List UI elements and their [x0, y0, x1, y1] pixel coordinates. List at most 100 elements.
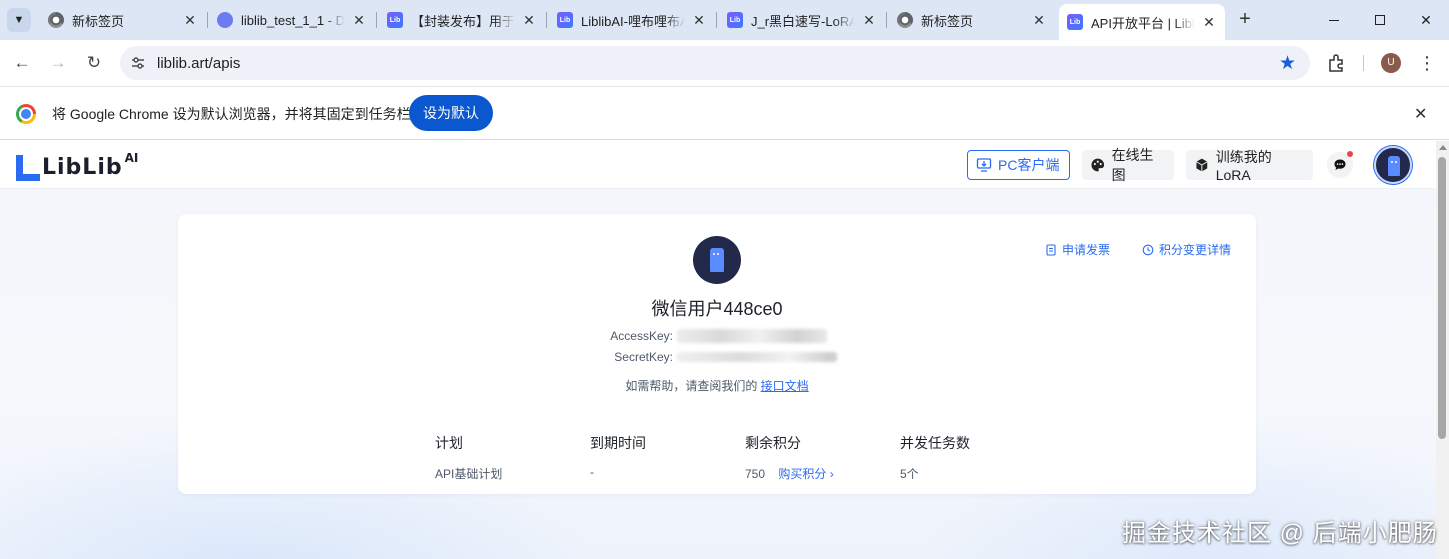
chrome-icon — [897, 12, 913, 28]
default-browser-infobar: 将 Google Chrome 设为默认浏览器，并将其固定到任务栏 设为默认 ✕ — [0, 86, 1449, 140]
chevron-right-icon: › — [829, 467, 834, 481]
infobar-message: 将 Google Chrome 设为默认浏览器，并将其固定到任务栏 — [52, 106, 411, 122]
close-tab-icon[interactable]: ✕ — [182, 12, 198, 28]
close-tab-icon[interactable]: ✕ — [1201, 14, 1217, 30]
reload-icon: ↻ — [86, 53, 102, 72]
clock-icon — [1142, 244, 1154, 255]
browser-tab[interactable]: liblib_test_1_1 - Discord ✕ — [209, 6, 375, 34]
points-stat: 剩余积分 750 购买积分 › — [745, 433, 834, 482]
liblib-icon: Lib — [727, 12, 743, 28]
bookmark-star-icon[interactable]: ★ — [1279, 52, 1296, 75]
plan-label: 计划 — [435, 435, 463, 451]
expiry-stat: 到期时间 - — [590, 433, 646, 479]
expiry-label: 到期时间 — [590, 435, 646, 451]
points-history-link[interactable]: 积分变更详情 — [1142, 241, 1231, 258]
maximize-button[interactable] — [1357, 0, 1403, 40]
liblib-icon: Lib — [557, 12, 573, 28]
new-tab-button[interactable]: + — [1233, 8, 1257, 32]
browser-tab-active[interactable]: Lib API开放平台 | LiblibAI ✕ — [1059, 4, 1225, 40]
concurrency-stat: 并发任务数 5个 — [900, 433, 970, 482]
expiry-value: - — [590, 465, 594, 479]
close-tab-icon[interactable]: ✕ — [521, 12, 537, 28]
watermark: 掘金技术社区 @ 后端小肥肠 — [1122, 520, 1438, 547]
notification-dot — [1347, 151, 1353, 157]
more-menu-icon[interactable]: ⋮ — [1417, 52, 1437, 74]
browser-tab[interactable]: 新标签页 ✕ — [889, 6, 1055, 34]
avatar-figure-icon — [1388, 156, 1400, 176]
tab-divider — [207, 12, 208, 28]
access-key-row: AccessKey: — [598, 329, 827, 343]
avatar-figure-icon — [710, 248, 724, 272]
user-avatar[interactable] — [1374, 146, 1412, 184]
cube-icon — [1196, 158, 1208, 172]
close-tab-icon[interactable]: ✕ — [691, 12, 707, 28]
pc-client-button[interactable]: PC客户端 — [967, 150, 1070, 180]
online-generate-button[interactable]: 在线生图 — [1082, 147, 1174, 183]
site-header: LibLib AI PC客户端 在线生图 训练我的LoRA — [0, 141, 1436, 189]
points-row: 750 购买积分 › — [745, 465, 834, 482]
minimize-icon — [1329, 19, 1339, 21]
username: 微信用户448ce0 — [651, 299, 783, 319]
liblib-icon: Lib — [387, 12, 403, 28]
liblib-icon: Lib — [1067, 14, 1083, 30]
browser-tab[interactable]: Lib 【封装发布】用于LiblibAI ✕ — [379, 6, 545, 34]
plan-value: API基础计划 — [435, 467, 503, 481]
concurrency-value: 5个 — [900, 467, 919, 481]
page-scrollbar[interactable] — [1436, 141, 1449, 559]
close-tab-icon[interactable]: ✕ — [351, 12, 367, 28]
tab-search-button[interactable]: ▼ — [7, 8, 31, 32]
url-text[interactable]: liblib.art/apis — [157, 55, 240, 72]
toolbar-divider — [1363, 55, 1364, 71]
address-bar[interactable]: liblib.art/apis ★ — [120, 46, 1310, 80]
close-window-button[interactable]: ✕ — [1403, 0, 1449, 40]
arrow-right-icon: → — [49, 53, 67, 72]
set-default-button[interactable]: 设为默认 — [409, 95, 493, 131]
account-avatar — [693, 236, 741, 284]
minimize-button[interactable] — [1311, 0, 1357, 40]
scroll-thumb[interactable] — [1438, 157, 1446, 439]
logo-mark-icon — [16, 155, 40, 181]
liblib-logo[interactable]: LibLib AI — [16, 151, 138, 181]
document-icon — [1046, 243, 1056, 256]
concurrency-label: 并发任务数 — [900, 435, 970, 451]
close-icon: ✕ — [1420, 11, 1432, 28]
profile-avatar[interactable]: U — [1381, 53, 1401, 73]
plus-icon: + — [1239, 8, 1251, 30]
chat-bubble-icon — [1334, 159, 1346, 170]
reload-button[interactable]: ↻ — [80, 49, 108, 77]
monitor-download-icon — [976, 158, 992, 172]
browser-tab[interactable]: 新标签页 ✕ — [40, 6, 206, 34]
back-button[interactable]: ← — [8, 49, 36, 77]
scroll-up-arrow-icon[interactable] — [1439, 145, 1447, 150]
buy-points-link[interactable]: 购买积分 › — [778, 467, 833, 481]
chrome-icon — [48, 12, 64, 28]
secret-key-label: SecretKey: — [614, 350, 673, 364]
arrow-left-icon: ← — [13, 53, 31, 72]
access-key-value-redacted[interactable] — [677, 329, 827, 343]
tab-divider — [716, 12, 717, 28]
secret-key-row: SecretKey: — [598, 350, 837, 364]
close-tab-icon[interactable]: ✕ — [861, 12, 877, 28]
points-label: 剩余积分 — [745, 435, 801, 451]
site-info-icon[interactable] — [130, 55, 146, 71]
extensions-icon[interactable] — [1326, 52, 1348, 74]
browser-toolbar: ← → ↻ liblib.art/apis ★ U ⋮ — [0, 40, 1449, 86]
tab-strip: ▼ 新标签页 ✕ liblib_test_1_1 - Discord ✕ Lib… — [0, 0, 1449, 40]
tab-divider — [546, 12, 547, 28]
palette-icon — [1091, 158, 1105, 172]
access-key-label: AccessKey: — [610, 329, 673, 343]
browser-tab[interactable]: Lib J_r黑白速写-LoRA ✕ — [719, 6, 885, 34]
help-line: 如需帮助，请查阅我们的 接口文档 — [625, 379, 809, 393]
train-lora-button[interactable]: 训练我的LoRA — [1186, 149, 1313, 183]
invoice-link[interactable]: 申请发票 — [1045, 241, 1110, 258]
points-value: 750 — [745, 467, 766, 481]
api-docs-link[interactable]: 接口文档 — [761, 379, 809, 393]
close-tab-icon[interactable]: ✕ — [1031, 12, 1047, 28]
plan-stat: 计划 API基础计划 — [435, 433, 502, 482]
close-icon[interactable]: ✕ — [1414, 104, 1427, 124]
account-card: 申请发票 积分变更详情 微信用户448ce0 AccessKey: Secret… — [178, 214, 1256, 494]
page-content: LibLib AI PC客户端 在线生图 训练我的LoRA 申请发票 积分变更详… — [0, 141, 1436, 559]
secret-key-value-redacted[interactable] — [677, 352, 837, 362]
browser-tab[interactable]: Lib LiblibAI-哩布哩布AI ✕ — [549, 6, 715, 34]
forward-button[interactable]: → — [44, 49, 72, 77]
